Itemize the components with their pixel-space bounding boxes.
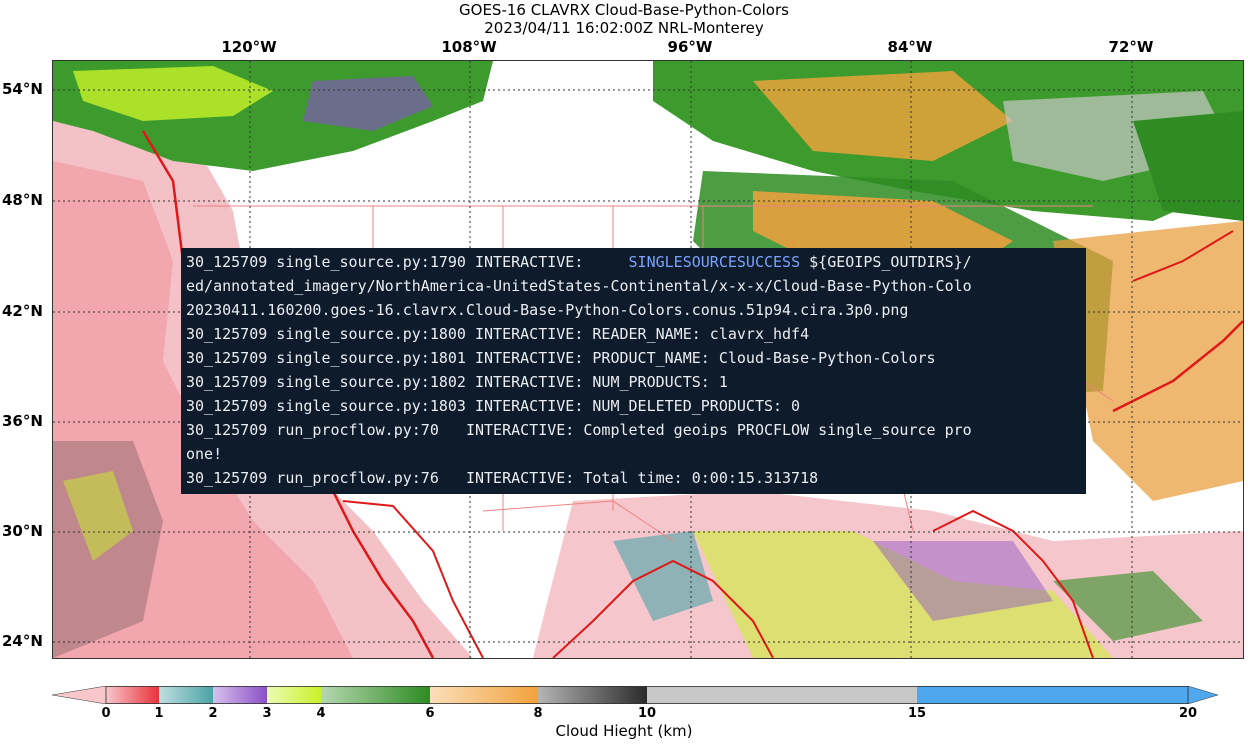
colorbar-label: Cloud Hieght (km) [555,722,693,740]
colorbar-segment [213,686,267,704]
colorbar-min-extend [51,685,107,705]
colorbar-segment [267,686,321,704]
longitude-label: 120°W [221,38,277,56]
latitude-label: 42°N [2,302,43,320]
latitude-label: 36°N [2,412,43,430]
colorbar-segment [321,686,430,704]
colorbar-graphic [51,685,1219,705]
map-subtitle: 2023/04/11 16:02:00Z NRL-Monterey [484,19,764,37]
colorbar-segment [159,686,213,704]
log-line: 30_125709 single_source.py:1803 INTERACT… [186,397,801,415]
log-line: 20230411.160200.goes-16.clavrx.Cloud-Bas… [186,301,909,319]
success-token: SINGLESOURCESUCCESS [628,253,801,271]
map-title: GOES-16 CLAVRX Cloud-Base-Python-Colors [459,1,789,19]
colorbar-max-extend [1187,685,1219,705]
latitude-label: 24°N [2,632,43,650]
colorbar-tick-label: 10 [637,706,657,721]
colorbar-tick-label: 4 [316,706,326,721]
colorbar-tick-label: 3 [262,706,272,721]
log-line: 30_125709 run_procflow.py:76 INTERACTIVE… [186,469,819,487]
log-line: 30_125709 single_source.py:1790 INTERACT… [186,253,972,271]
log-line: 30_125709 single_source.py:1800 INTERACT… [186,325,810,343]
latitude-label: 48°N [2,191,43,209]
colorbar-tick-label: 20 [1178,706,1198,721]
colorbar-segment [538,686,647,704]
colorbar-segment [430,686,538,704]
longitude-label: 96°W [667,38,713,56]
log-line: 30_125709 single_source.py:1801 INTERACT… [186,349,936,367]
colorbar [51,685,1219,705]
latitude-label: 30°N [2,522,43,540]
colorbar-tick-label: 0 [101,706,111,721]
log-line: 30_125709 single_source.py:1802 INTERACT… [186,373,728,391]
longitude-label: 108°W [441,38,497,56]
colorbar-tick-label: 1 [154,706,164,721]
colorbar-tick-label: 6 [425,706,435,721]
colorbar-segment [917,686,1188,704]
colorbar-segment [647,686,917,704]
colorbar-tick-label: 8 [533,706,543,721]
log-line: ed/annotated_imagery/NorthAmerica-United… [186,277,972,295]
colorbar-segment [106,686,159,704]
colorbar-tick-label: 2 [208,706,218,721]
longitude-label: 84°W [887,38,933,56]
longitude-label: 72°W [1108,38,1154,56]
log-line: 30_125709 run_procflow.py:70 INTERACTIVE… [186,421,972,439]
latitude-label: 54°N [2,80,43,98]
colorbar-tick-label: 15 [907,706,927,721]
log-line: one! [186,445,223,463]
terminal-log-overlay: 30_125709 single_source.py:1790 INTERACT… [181,248,1086,494]
